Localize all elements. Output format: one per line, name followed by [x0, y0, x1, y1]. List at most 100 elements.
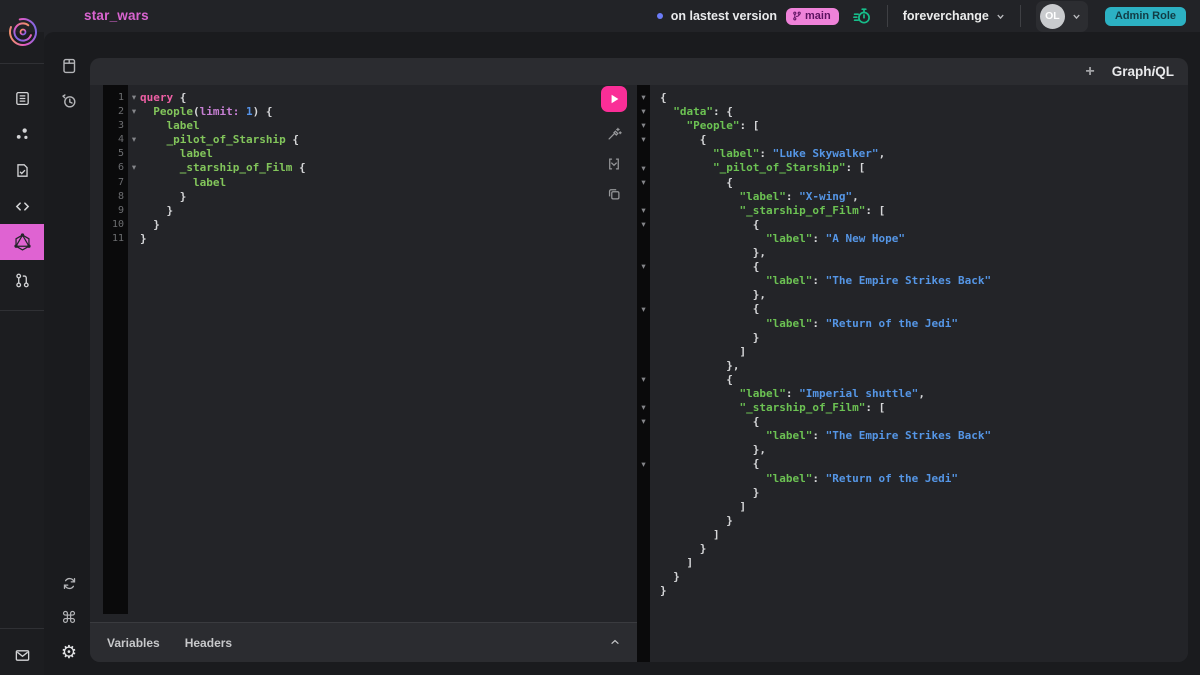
query-code-line: label [128, 119, 587, 133]
query-code[interactable]: ▾query {▾ People(limit: 1) { label▾ _pil… [128, 91, 587, 246]
response-fold-gutter: ▾ ▾ ▾ ▾ ▾ ▾ ▾ ▾ ▾ ▾ ▾ ▾ ▾ ▾ [637, 85, 650, 662]
response-code-line: "_starship_of_Film": [ [660, 401, 1188, 415]
line-number: 4 [103, 133, 128, 147]
response-pane: { "data": { "People": [ { "label": "Luke… [650, 85, 1188, 662]
response-code-line: } [660, 570, 1188, 584]
tab-variables[interactable]: Variables [107, 636, 160, 650]
response-code-line: }, [660, 246, 1188, 260]
sidebar-item-graph-explorer[interactable] [0, 116, 44, 152]
fold-toggle-icon[interactable]: ▾ [128, 161, 140, 175]
top-bar: star_wars on lastest version main foreve… [0, 0, 1200, 32]
query-code-line: label [128, 176, 587, 190]
fold-toggle-icon[interactable]: ▾ [638, 122, 649, 131]
response-code-line: "label": "The Empire Strikes Back" [660, 429, 1188, 443]
divider [0, 628, 44, 629]
avatar: OL [1040, 4, 1065, 29]
graphiql-panel: + GraphiQL 1234567891011 ▾query {▾ Peopl… [90, 58, 1188, 662]
fold-toggle-icon[interactable]: ▾ [128, 133, 140, 147]
graph-nodes-icon [14, 126, 31, 143]
merge-icon [606, 156, 622, 172]
tab-headers[interactable]: Headers [185, 636, 232, 650]
fold-spacer [128, 232, 140, 246]
prettify-icon [606, 126, 622, 142]
chevron-down-icon [996, 12, 1005, 21]
divider [1020, 5, 1021, 27]
line-number: 8 [103, 190, 128, 204]
history-plugin-button[interactable] [52, 84, 86, 118]
fold-spacer [128, 204, 140, 218]
code-icon [14, 198, 31, 215]
fold-toggle-icon[interactable]: ▾ [638, 136, 649, 145]
fold-toggle-icon[interactable]: ▾ [638, 94, 649, 103]
response-code-line: "label": "The Empire Strikes Back" [660, 274, 1188, 288]
fold-toggle-icon[interactable]: ▾ [638, 376, 649, 385]
response-code-line: { [660, 91, 1188, 105]
app-logo-icon [6, 15, 40, 49]
fold-toggle-icon[interactable]: ▾ [128, 91, 140, 105]
sidebar-item-pull-requests[interactable] [0, 262, 44, 298]
response-code-line: "label": "Luke Skywalker", [660, 147, 1188, 161]
settings-button[interactable]: ⚙ [52, 636, 86, 670]
merge-fragments-button[interactable] [606, 156, 622, 172]
fold-toggle-icon[interactable]: ▾ [638, 306, 649, 315]
sidebar-item-messages[interactable] [0, 637, 44, 673]
response-code-line: } [660, 486, 1188, 500]
response-code-line: }, [660, 443, 1188, 457]
docs-plugin-button[interactable] [52, 49, 86, 83]
fold-toggle-icon[interactable]: ▾ [638, 221, 649, 230]
fold-toggle-icon[interactable]: ▾ [638, 108, 649, 117]
fold-toggle-icon[interactable]: ▾ [638, 418, 649, 427]
response-code-line: "label": "Imperial shuttle", [660, 387, 1188, 401]
prettify-button[interactable] [606, 126, 622, 142]
role-badge: Admin Role [1105, 7, 1186, 26]
query-code-line: } [128, 190, 587, 204]
query-code-line: ▾ People(limit: 1) { [128, 105, 587, 119]
app-logo[interactable] [6, 15, 40, 49]
fold-spacer [128, 119, 140, 133]
response-code: { "data": { "People": [ { "label": "Luke… [650, 85, 1188, 598]
keyboard-shortcuts-button[interactable]: ⌘ [52, 601, 86, 635]
chevron-down-icon [1072, 12, 1081, 21]
command-icon: ⌘ [61, 610, 77, 626]
workspace-name: foreverchange [903, 9, 989, 23]
fold-toggle-icon[interactable]: ▾ [638, 179, 649, 188]
fold-toggle-icon[interactable]: ▾ [638, 404, 649, 413]
fold-toggle-icon[interactable]: ▾ [638, 263, 649, 272]
divider [887, 5, 888, 27]
query-editor-gutter: 1234567891011 [103, 85, 128, 614]
fold-toggle-icon[interactable]: ▾ [638, 165, 649, 174]
response-code-line: "_pilot_of_Starship": [ [660, 161, 1188, 175]
user-menu[interactable]: OL [1036, 1, 1088, 32]
stopwatch-icon[interactable] [852, 6, 872, 26]
response-code-line: { [660, 133, 1188, 147]
query-editor[interactable]: 1234567891011 ▾query {▾ People(limit: 1)… [90, 85, 637, 622]
response-code-line: } [660, 584, 1188, 598]
branch-badge[interactable]: main [786, 8, 839, 25]
version-status-text: on lastest version [671, 9, 777, 23]
copy-query-button[interactable] [606, 186, 622, 202]
query-code-line: ▾query { [128, 91, 587, 105]
response-code-line: "label": "A New Hope" [660, 232, 1188, 246]
chevron-up-icon[interactable] [609, 636, 621, 648]
fold-spacer [128, 190, 140, 204]
play-icon [605, 90, 623, 108]
fold-toggle-icon[interactable]: ▾ [128, 105, 140, 119]
new-tab-button[interactable]: + [1085, 64, 1094, 80]
response-code-line: { [660, 415, 1188, 429]
response-code-line: } [660, 542, 1188, 556]
query-code-line: label [128, 147, 587, 161]
response-code-line: "People": [ [660, 119, 1188, 133]
response-code-line: ] [660, 528, 1188, 542]
sidebar-item-validation[interactable] [0, 152, 44, 188]
status-dot-icon [657, 13, 663, 19]
branch-badge-label: main [805, 10, 831, 22]
workspace-dropdown[interactable]: foreverchange [903, 9, 1005, 23]
sidebar-item-tables[interactable] [0, 80, 44, 116]
refetch-schema-button[interactable] [52, 566, 86, 600]
response-code-line: "label": "X-wing", [660, 190, 1188, 204]
fold-toggle-icon[interactable]: ▾ [638, 207, 649, 216]
execute-query-button[interactable] [601, 86, 627, 112]
sidebar-item-graphiql[interactable] [0, 224, 44, 260]
sidebar-item-code[interactable] [0, 188, 44, 224]
fold-toggle-icon[interactable]: ▾ [638, 461, 649, 470]
